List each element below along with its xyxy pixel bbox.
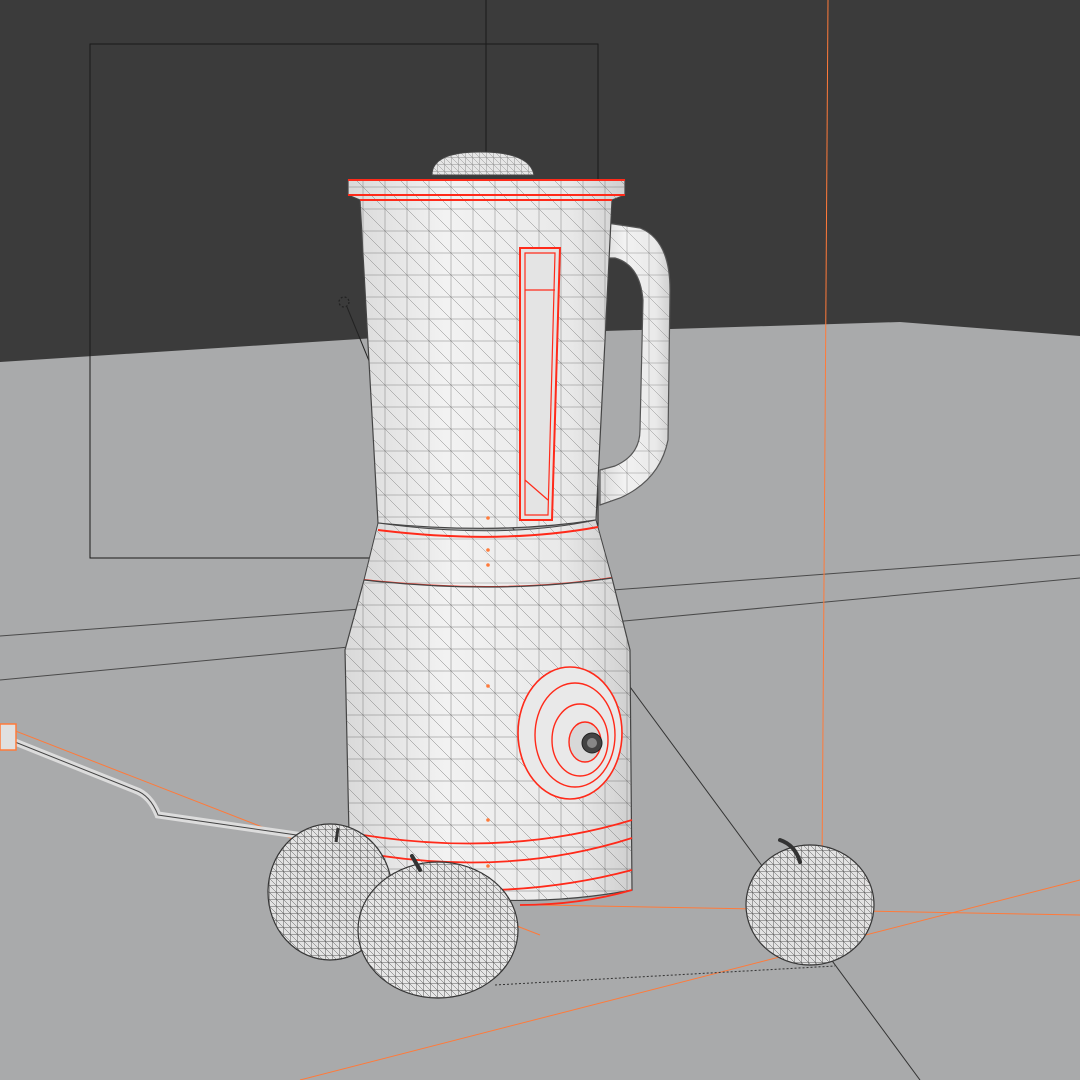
blender-dial[interactable] [517, 666, 623, 800]
3d-viewport[interactable] [0, 0, 1080, 1080]
viewport-scene[interactable] [0, 0, 1080, 1080]
plug-icon[interactable] [0, 723, 17, 751]
